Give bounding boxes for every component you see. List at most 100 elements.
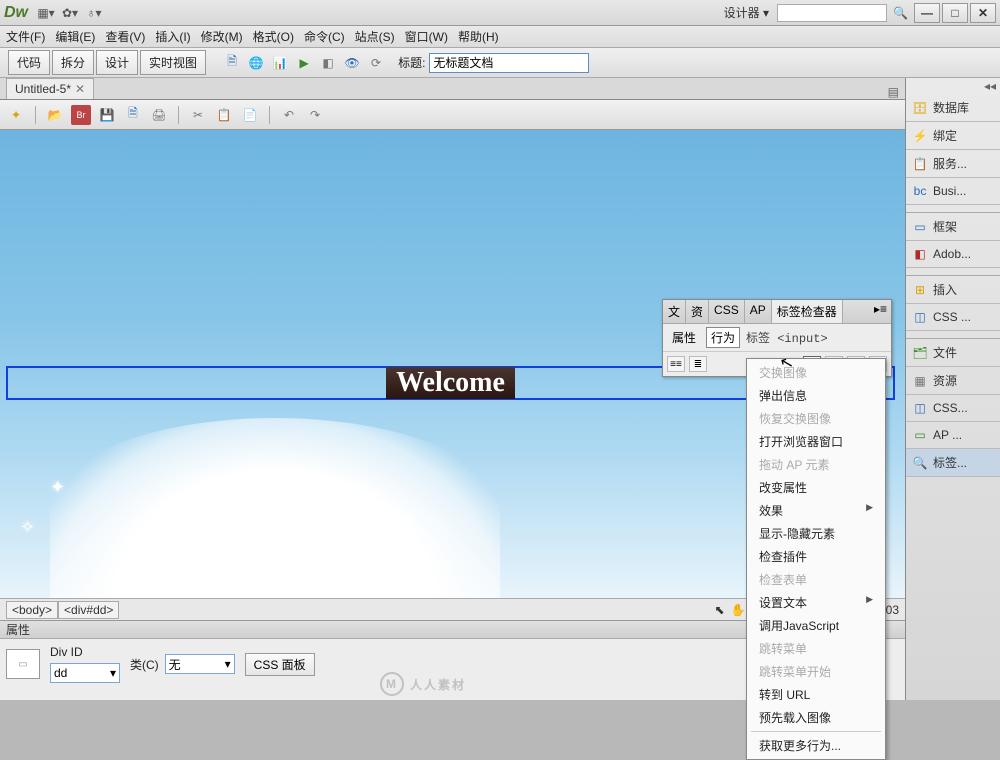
paste-icon[interactable]: 📄 (240, 105, 260, 125)
panel-item[interactable]: 🔍标签... (906, 449, 1000, 477)
menu-item[interactable]: 编辑(E) (55, 28, 95, 45)
panel-item[interactable]: ▭AP ... (906, 422, 1000, 449)
panel-item[interactable]: ◧Adob... (906, 241, 1000, 268)
select-tool-icon[interactable]: ⬉ (715, 603, 725, 617)
panel-item[interactable]: ⊞插入 (906, 276, 1000, 304)
sparkle-icon: ✧ (20, 517, 35, 538)
behavior-menu-item[interactable]: 调用JavaScript (747, 614, 885, 637)
layout-icon[interactable]: ▦▾ (38, 5, 54, 21)
close-button[interactable]: ✕ (970, 3, 996, 23)
div-id-select[interactable]: dd▾ (50, 663, 120, 683)
panel-label: Busi... (933, 184, 966, 198)
panel-item[interactable]: ▦资源 (906, 367, 1000, 395)
designer-dropdown[interactable]: 设计器 ▾ (724, 4, 769, 21)
tag-crumb[interactable]: <div#dd> (58, 601, 119, 619)
doc-tab-close-icon[interactable]: ✕ (75, 82, 85, 96)
panel-item[interactable]: 📋服务... (906, 150, 1000, 178)
save-icon[interactable]: 💾 (97, 105, 117, 125)
open-icon[interactable]: 📂 (45, 105, 65, 125)
search-input[interactable] (777, 4, 887, 22)
save-all-icon[interactable]: 🗎 (123, 105, 143, 125)
cut-icon[interactable]: ✂ (188, 105, 208, 125)
menu-item[interactable]: 窗口(W) (405, 28, 448, 45)
menu-item[interactable]: 命令(C) (304, 28, 345, 45)
panel-item[interactable]: ◫CSS... (906, 395, 1000, 422)
extension-icon[interactable]: ✿▾ (62, 5, 78, 21)
css-panel-button[interactable]: CSS 面板 (245, 653, 315, 676)
view-mode-button[interactable]: 设计 (96, 50, 138, 75)
options-icon[interactable]: ◧ (318, 53, 338, 73)
behavior-menu-item[interactable]: 转到 URL (747, 683, 885, 706)
fp-tab[interactable]: 文 (663, 300, 686, 323)
detail-view-icon[interactable]: ≣ (689, 356, 707, 372)
panel-icon: ▭ (912, 427, 928, 443)
tag-crumb[interactable]: <body> (6, 601, 58, 619)
fp-tab[interactable]: 资 (686, 300, 709, 323)
behavior-menu-item[interactable]: 获取更多行为... (747, 734, 885, 757)
doc-tab[interactable]: Untitled-5* ✕ (6, 78, 94, 99)
sub-tab-behaviors[interactable]: 行为 (706, 327, 740, 348)
sub-tab-attrs[interactable]: 属性 (668, 328, 700, 347)
behavior-menu-item[interactable]: 改变属性 (747, 476, 885, 499)
undo-icon[interactable]: ↶ (279, 105, 299, 125)
panel-item[interactable]: 🗂文件 (906, 339, 1000, 367)
behavior-menu-item: 拖动 AP 元素 (747, 453, 885, 476)
panel-collapse-icon[interactable]: ◂◂ (906, 78, 1000, 94)
panel-icon: ▭ (912, 219, 928, 235)
behavior-menu-item[interactable]: 显示-隐藏元素 (747, 522, 885, 545)
check-icon[interactable]: ▶ (294, 53, 314, 73)
fp-tab[interactable]: AP (745, 300, 772, 323)
preview-icon[interactable]: 🌐 (246, 53, 266, 73)
menu-item[interactable]: 插入(I) (155, 28, 190, 45)
menu-item[interactable]: 站点(S) (355, 28, 395, 45)
panel-menu-icon[interactable]: ▸≡ (870, 300, 891, 323)
panel-item[interactable]: 🗄数据库 (906, 94, 1000, 122)
props-thumbnail-icon: ▭ (6, 649, 40, 679)
panel-label: CSS... (933, 401, 968, 415)
behavior-menu-item[interactable]: 打开浏览器窗口 (747, 430, 885, 453)
fp-tab-active[interactable]: 标签检查器 (772, 300, 843, 323)
browse-icon[interactable]: Br (71, 105, 91, 125)
view-mode-button[interactable]: 代码 (8, 50, 50, 75)
panel-icon: ◫ (912, 309, 928, 325)
menu-item[interactable]: 修改(M) (201, 28, 243, 45)
view-toolbar: 代码拆分设计实时视图 🗎 🌐 📊 ▶ ◧ 👁 ⟳ 标题: (0, 48, 1000, 78)
behavior-menu-item[interactable]: 设置文本 (747, 591, 885, 614)
title-icons: ▦▾ ✿▾ ♁▾ (38, 5, 102, 21)
panel-item[interactable]: bcBusi... (906, 178, 1000, 205)
panel-item[interactable]: ◫CSS ... (906, 304, 1000, 331)
title-input[interactable] (429, 53, 589, 73)
file-manage-icon[interactable]: 🗎 (222, 53, 242, 73)
view-mode-button[interactable]: 拆分 (52, 50, 94, 75)
panel-item[interactable]: ⚡绑定 (906, 122, 1000, 150)
refresh-icon[interactable]: ⟳ (366, 53, 386, 73)
minimize-button[interactable]: — (914, 3, 940, 23)
doc-tab-overflow-icon[interactable]: ▤ (882, 85, 905, 99)
panel-icon: 🔍 (912, 455, 928, 471)
panel-item[interactable]: ▭框架 (906, 213, 1000, 241)
copy-icon[interactable]: 📋 (214, 105, 234, 125)
hand-tool-icon[interactable]: ✋ (731, 603, 746, 617)
behavior-menu-item[interactable]: 预先载入图像 (747, 706, 885, 729)
class-select[interactable]: 无▾ (165, 654, 235, 674)
menu-item[interactable]: 文件(F) (6, 28, 45, 45)
validate-icon[interactable]: 📊 (270, 53, 290, 73)
doc-toolbar: ✦ 📂 Br 💾 🗎 🖨 ✂ 📋 📄 ↶ ↷ (0, 100, 905, 130)
behavior-menu-item[interactable]: 弹出信息 (747, 384, 885, 407)
new-icon[interactable]: ✦ (6, 105, 26, 125)
behavior-menu-item: 检查表单 (747, 568, 885, 591)
site-icon[interactable]: ♁▾ (86, 5, 102, 21)
menu-item[interactable]: 查看(V) (105, 28, 145, 45)
redo-icon[interactable]: ↷ (305, 105, 325, 125)
visual-aids-icon[interactable]: 👁 (342, 53, 362, 73)
list-view-icon[interactable]: ≡≡ (667, 356, 685, 372)
behavior-menu-item[interactable]: 检查插件 (747, 545, 885, 568)
fp-tab[interactable]: CSS (709, 300, 745, 323)
behavior-menu-item[interactable]: 效果 (747, 499, 885, 522)
maximize-button[interactable]: □ (942, 3, 968, 23)
menu-item[interactable]: 帮助(H) (458, 28, 499, 45)
print-icon[interactable]: 🖨 (149, 105, 169, 125)
search-icon[interactable]: 🔍 (893, 6, 908, 20)
menu-item[interactable]: 格式(O) (253, 28, 294, 45)
view-mode-button[interactable]: 实时视图 (140, 50, 206, 75)
